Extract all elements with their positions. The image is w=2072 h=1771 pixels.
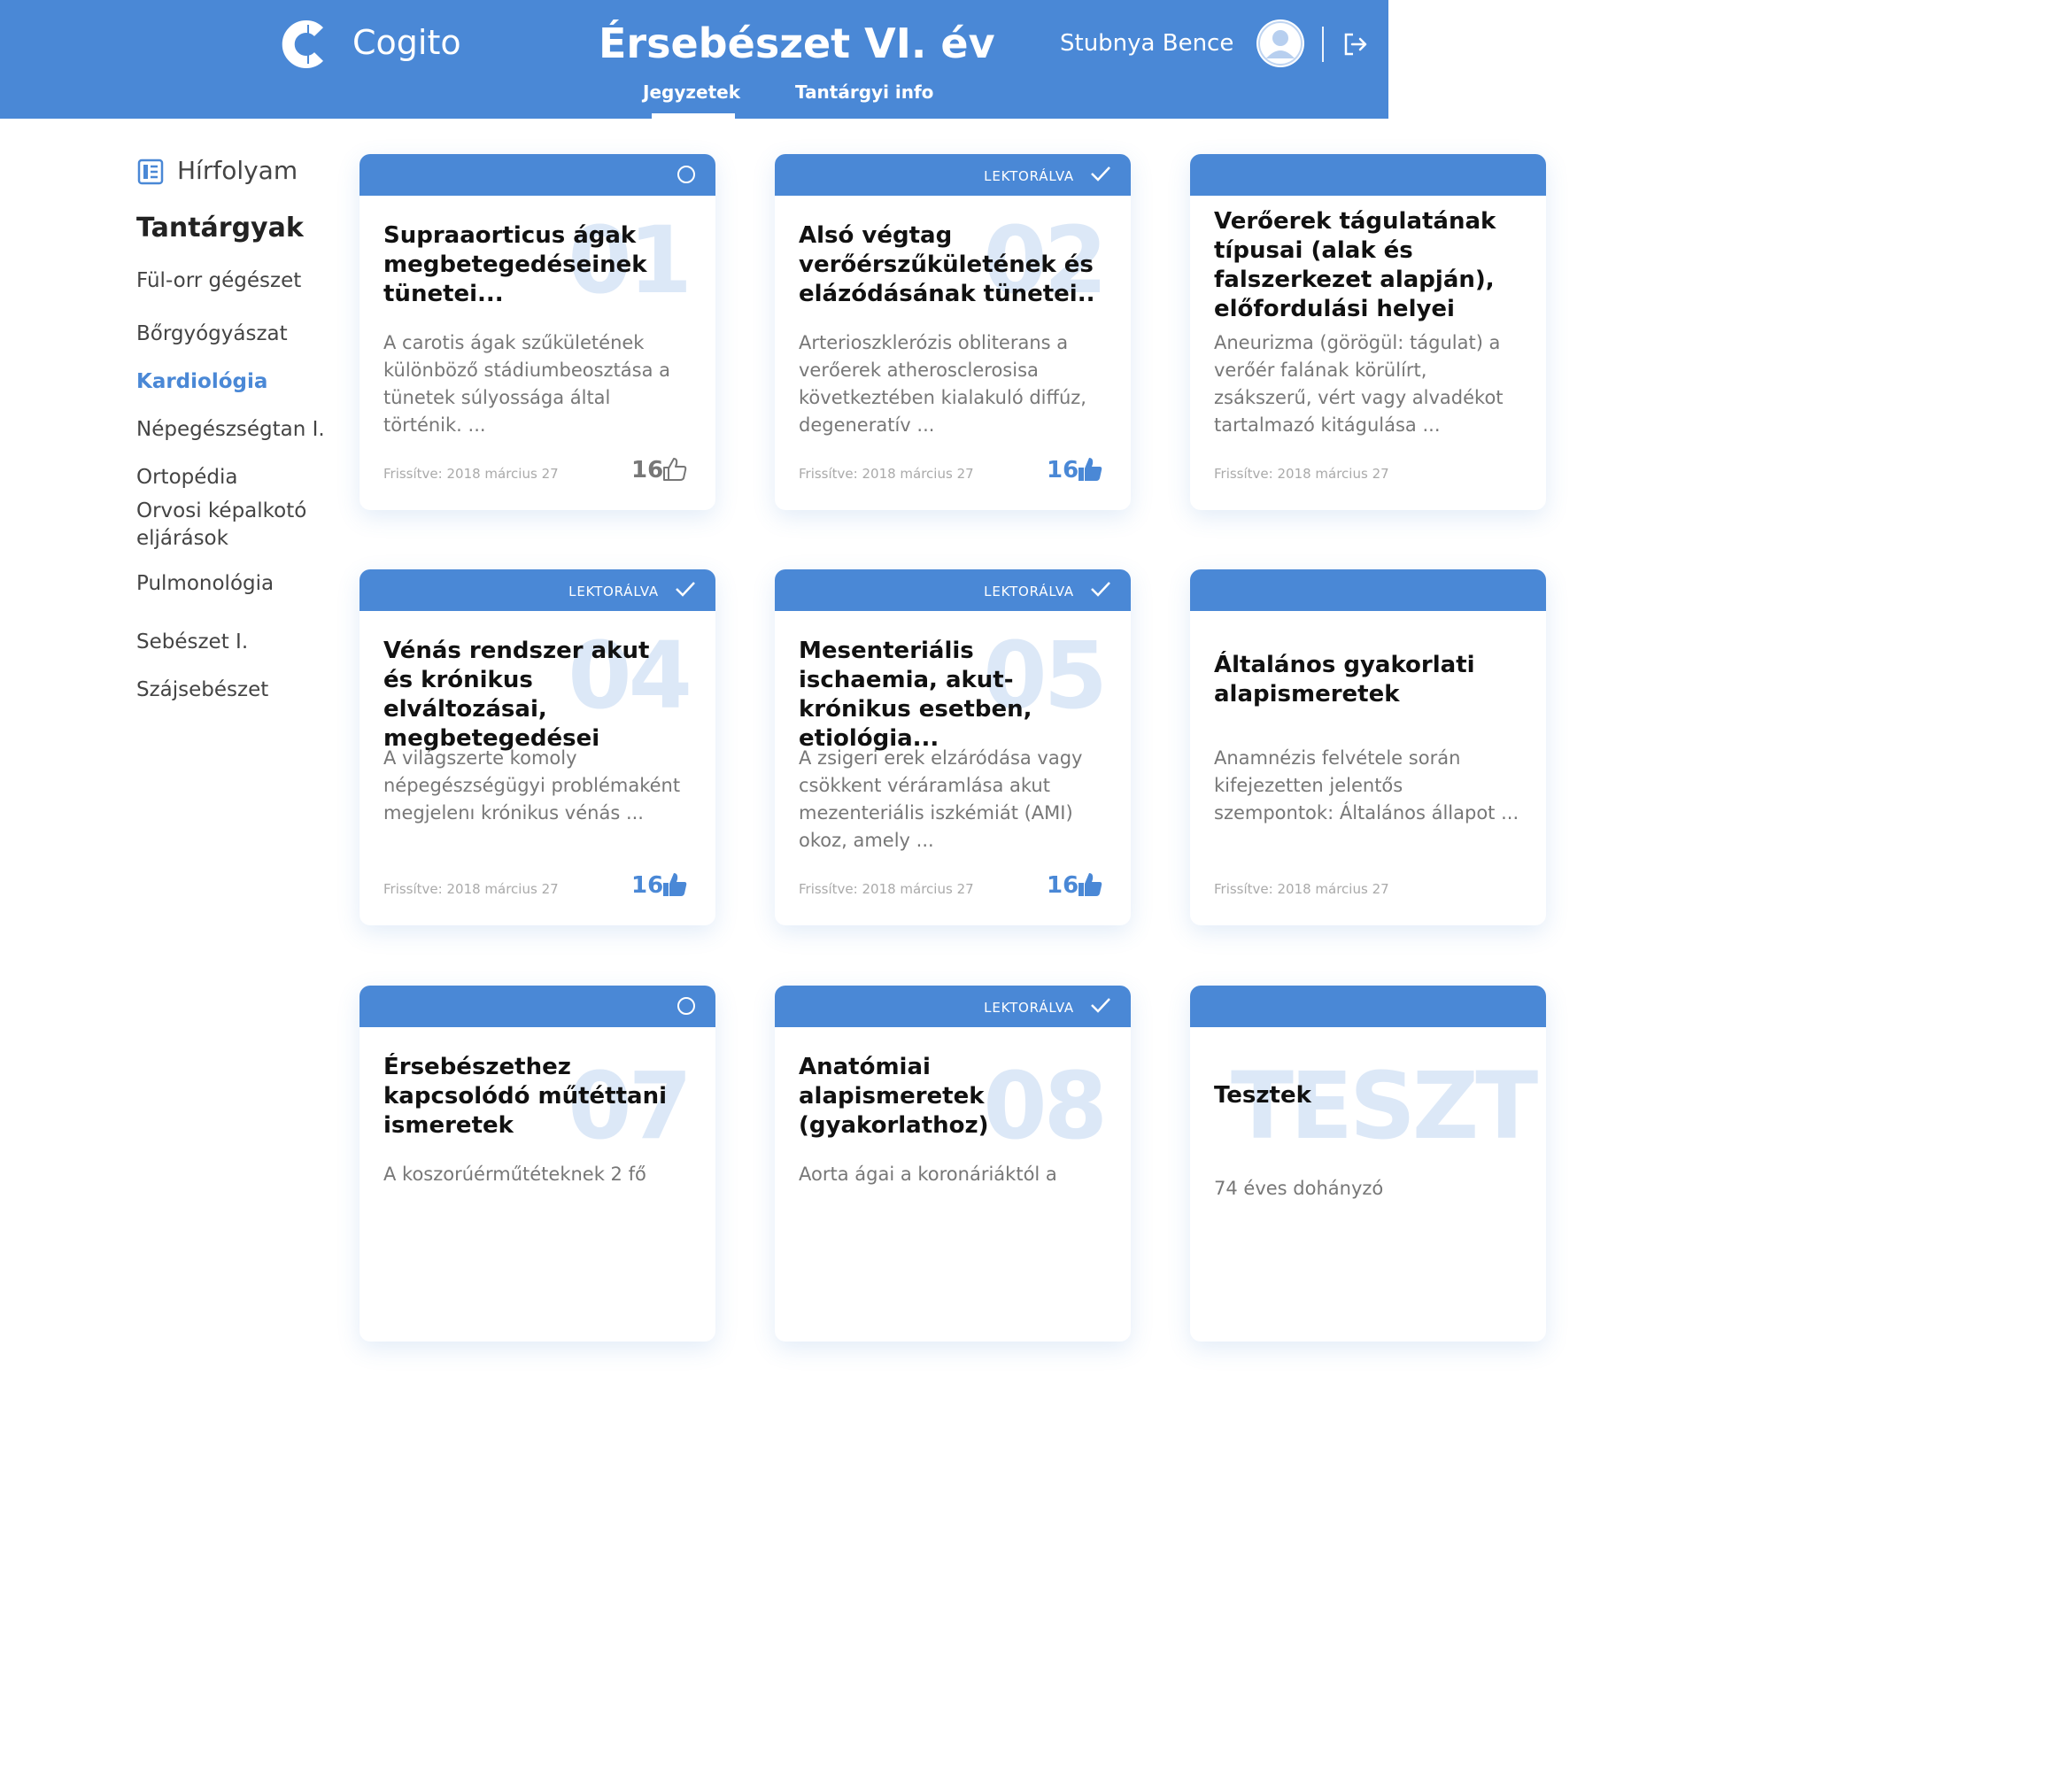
check-icon <box>1091 998 1110 1013</box>
course-title: Érsebészet VI. év <box>599 19 995 67</box>
sidebar: Hírfolyam Tantárgyak Fül-orr gégészet Bő… <box>0 119 354 1187</box>
check-icon <box>1091 582 1110 597</box>
card-updated-date: Frissítve: 2018 március 27 <box>1214 881 1389 897</box>
card-excerpt: A carotis ágak szűkületének különböző st… <box>383 332 671 436</box>
card-excerpt: Aneurizma (görögül: tágulat) a verőér fa… <box>1214 332 1504 436</box>
unreviewed-circle-icon <box>677 166 695 183</box>
card-title[interactable]: Érsebészethez kapcsolódó műtéttani ismer… <box>383 1053 684 1141</box>
thumbs-up-filled-icon[interactable] <box>661 870 689 899</box>
sidebar-item-orvosi-kepalkoto[interactable]: Orvosi képalkotó eljárások <box>136 498 349 553</box>
card-title[interactable]: Alsó végtag verőérszűkületének és elázód… <box>799 221 1100 309</box>
sidebar-item-label: Hírfolyam <box>177 156 298 185</box>
tab-subject-info[interactable]: Tantárgyi info <box>795 81 933 103</box>
card-status-bar <box>1190 569 1546 611</box>
note-card[interactable]: Általános gyakorlati alapismeretek Anamn… <box>1190 569 1546 925</box>
card-updated-date: Frissítve: 2018 március 27 <box>1214 466 1389 482</box>
card-excerpt: A koszorúérműtéteknek 2 fő <box>383 1164 646 1185</box>
sidebar-item-ortopedia[interactable]: Ortopédia <box>136 464 349 491</box>
card-status-bar <box>360 986 715 1027</box>
card-updated-date: Frissítve: 2018 március 27 <box>383 466 559 482</box>
like-count: 16 <box>631 457 664 483</box>
logout-icon[interactable] <box>1341 30 1370 58</box>
top-header: Cogito Érsebészet VI. év Stubnya Bence J… <box>0 0 1388 119</box>
like-count: 16 <box>631 872 664 899</box>
cogito-logo-icon[interactable] <box>282 19 331 69</box>
sidebar-item-kardiologia[interactable]: Kardiológia <box>136 368 349 396</box>
card-status-bar <box>360 154 715 196</box>
sidebar-item-sebeszet[interactable]: Sebészet I. <box>136 629 349 656</box>
note-card[interactable]: TESZT Tesztek 74 éves dohányzó <box>1190 986 1546 1342</box>
card-excerpt: A világszerte komoly népegészségügyi pro… <box>383 747 681 824</box>
card-status-bar: LEKTORÁLVA <box>775 154 1131 196</box>
sidebar-item-pulmonologia[interactable]: Pulmonológia <box>136 570 349 598</box>
brand-name[interactable]: Cogito <box>352 23 461 62</box>
card-title[interactable]: Supraaorticus ágak megbetegedéseinek tün… <box>383 221 684 309</box>
sidebar-item-borgyogyaszat[interactable]: Bőrgyógyászat <box>136 321 349 348</box>
card-excerpt: Anamnézis felvétele során kifejezetten j… <box>1214 747 1519 824</box>
like-count: 16 <box>1047 457 1079 483</box>
note-card[interactable]: 07 Érsebészethez kapcsolódó műtéttani is… <box>360 986 715 1342</box>
check-icon <box>676 582 695 597</box>
card-updated-date: Frissítve: 2018 március 27 <box>383 881 559 897</box>
card-updated-date: Frissítve: 2018 március 27 <box>799 881 974 897</box>
header-divider <box>1322 27 1324 62</box>
card-status-bar: LEKTORÁLVA <box>775 986 1131 1027</box>
card-title[interactable]: Verőerek tágulatának típusai (alak és fa… <box>1214 207 1533 324</box>
note-card[interactable]: Verőerek tágulatának típusai (alak és fa… <box>1190 154 1546 510</box>
card-status-bar: LEKTORÁLVA <box>360 569 715 611</box>
subjects-heading: Tantárgyak <box>136 213 304 244</box>
user-name[interactable]: Stubnya Bence <box>1060 30 1233 57</box>
note-card[interactable]: LEKTORÁLVA 05 Mesenteriális ischaemia, a… <box>775 569 1131 925</box>
card-updated-date: Frissítve: 2018 március 27 <box>799 466 974 482</box>
card-excerpt: Arterioszklerózis obliterans a verőerek … <box>799 332 1086 436</box>
card-title[interactable]: Mesenteriális ischaemia, akut-krónikus e… <box>799 637 1100 754</box>
newsfeed-icon <box>137 159 164 185</box>
card-title[interactable]: Tesztek <box>1214 1081 1515 1110</box>
thumbs-up-filled-icon[interactable] <box>1076 870 1104 899</box>
user-avatar-icon <box>1258 21 1303 66</box>
card-status-bar <box>1190 154 1546 196</box>
reviewed-label: LEKTORÁLVA <box>984 584 1074 599</box>
note-card[interactable]: LEKTORÁLVA 02 Alsó végtag verőérszűkület… <box>775 154 1131 510</box>
unreviewed-circle-icon <box>677 997 695 1015</box>
card-status-bar: LEKTORÁLVA <box>775 569 1131 611</box>
card-excerpt: A zsigeri erek elzáródása vagy csökkent … <box>799 747 1083 851</box>
thumbs-up-filled-icon[interactable] <box>1076 455 1104 483</box>
avatar[interactable] <box>1256 19 1304 67</box>
note-card[interactable]: LEKTORÁLVA 04 Vénás rendszer akut és kró… <box>360 569 715 925</box>
note-card[interactable]: 01 Supraaorticus ágak megbetegedéseinek … <box>360 154 715 510</box>
card-status-bar <box>1190 986 1546 1027</box>
card-excerpt: Aorta ágai a koronáriáktól a <box>799 1164 1057 1185</box>
card-title[interactable]: Anatómiai alapismeretek (gyakorlathoz) <box>799 1053 1100 1141</box>
note-card[interactable]: LEKTORÁLVA 08 Anatómiai alapismeretek (g… <box>775 986 1131 1342</box>
active-tab-indicator <box>652 113 735 119</box>
sidebar-item-nepegeszsegtan[interactable]: Népegészségtan I. <box>136 416 349 444</box>
reviewed-label: LEKTORÁLVA <box>984 1000 1074 1016</box>
tab-notes[interactable]: Jegyzetek <box>643 81 740 103</box>
card-excerpt: 74 éves dohányzó <box>1214 1178 1384 1199</box>
reviewed-label: LEKTORÁLVA <box>568 584 659 599</box>
sidebar-item-ful-orr-gegeszet[interactable]: Fül-orr gégészet <box>136 267 349 295</box>
like-count: 16 <box>1047 872 1079 899</box>
check-icon <box>1091 166 1110 182</box>
reviewed-label: LEKTORÁLVA <box>984 168 1074 184</box>
card-title[interactable]: Vénás rendszer akut és krónikus elváltoz… <box>383 637 684 754</box>
thumbs-up-outline-icon[interactable] <box>661 455 689 483</box>
card-title[interactable]: Általános gyakorlati alapismeretek <box>1214 651 1533 709</box>
sidebar-item-szajsebeszet[interactable]: Szájsebészet <box>136 677 349 704</box>
